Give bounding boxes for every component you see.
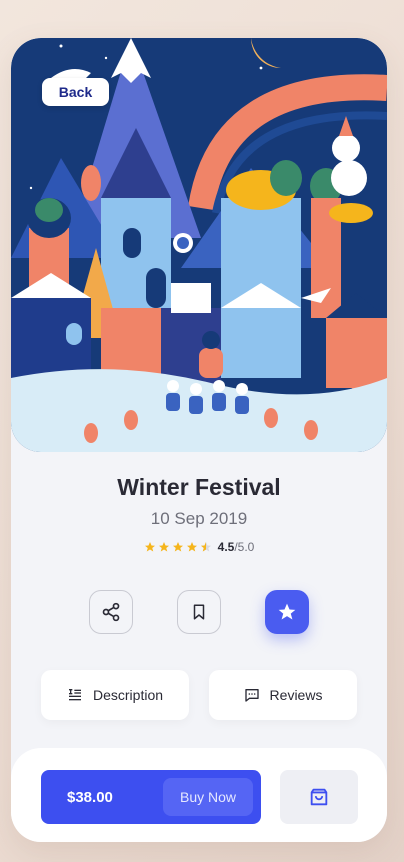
event-date: 10 Sep 2019	[150, 509, 248, 528]
cart-button[interactable]	[280, 770, 358, 824]
star-icon	[144, 542, 155, 552]
action-buttons	[11, 590, 387, 634]
cart-icon	[310, 788, 328, 806]
star-half-icon	[200, 542, 211, 552]
bookmark-button[interactable]	[177, 590, 221, 634]
star-icon	[158, 542, 169, 552]
tab-description[interactable]: Description	[41, 670, 189, 720]
back-button[interactable]: Back	[42, 78, 109, 106]
purchase-bar: $38.00 Buy Now	[11, 748, 387, 842]
event-detail-screen: Back Winter Festival 10 Sep 2019 4.5/5.0	[11, 38, 387, 842]
price: $38.00	[67, 788, 113, 806]
share-icon	[102, 602, 120, 622]
chat-icon	[244, 689, 259, 702]
tab-reviews-label: Reviews	[269, 687, 323, 703]
event-title: Winter Festival	[117, 474, 281, 500]
rating-stars	[144, 541, 212, 553]
buy-panel: $38.00 Buy Now	[41, 770, 261, 824]
tab-description-label: Description	[92, 687, 164, 703]
share-button[interactable]	[89, 590, 133, 634]
star-icon	[172, 542, 183, 552]
rating-score: 4.5	[217, 540, 235, 554]
star-icon	[186, 542, 197, 552]
buy-now-button[interactable]: Buy Now	[163, 778, 253, 816]
bookmark-icon	[193, 604, 205, 620]
star-icon	[278, 603, 296, 620]
rating-row: 4.5/5.0	[11, 540, 387, 554]
tab-reviews[interactable]: Reviews	[209, 670, 357, 720]
rating-max: /5.0	[234, 540, 255, 554]
rating-value: 4.5/5.0	[218, 540, 255, 554]
favorite-button[interactable]	[265, 590, 309, 634]
hero-illustration: Back	[11, 38, 387, 452]
description-icon	[68, 689, 81, 701]
detail-tabs: Description Reviews	[41, 670, 357, 720]
